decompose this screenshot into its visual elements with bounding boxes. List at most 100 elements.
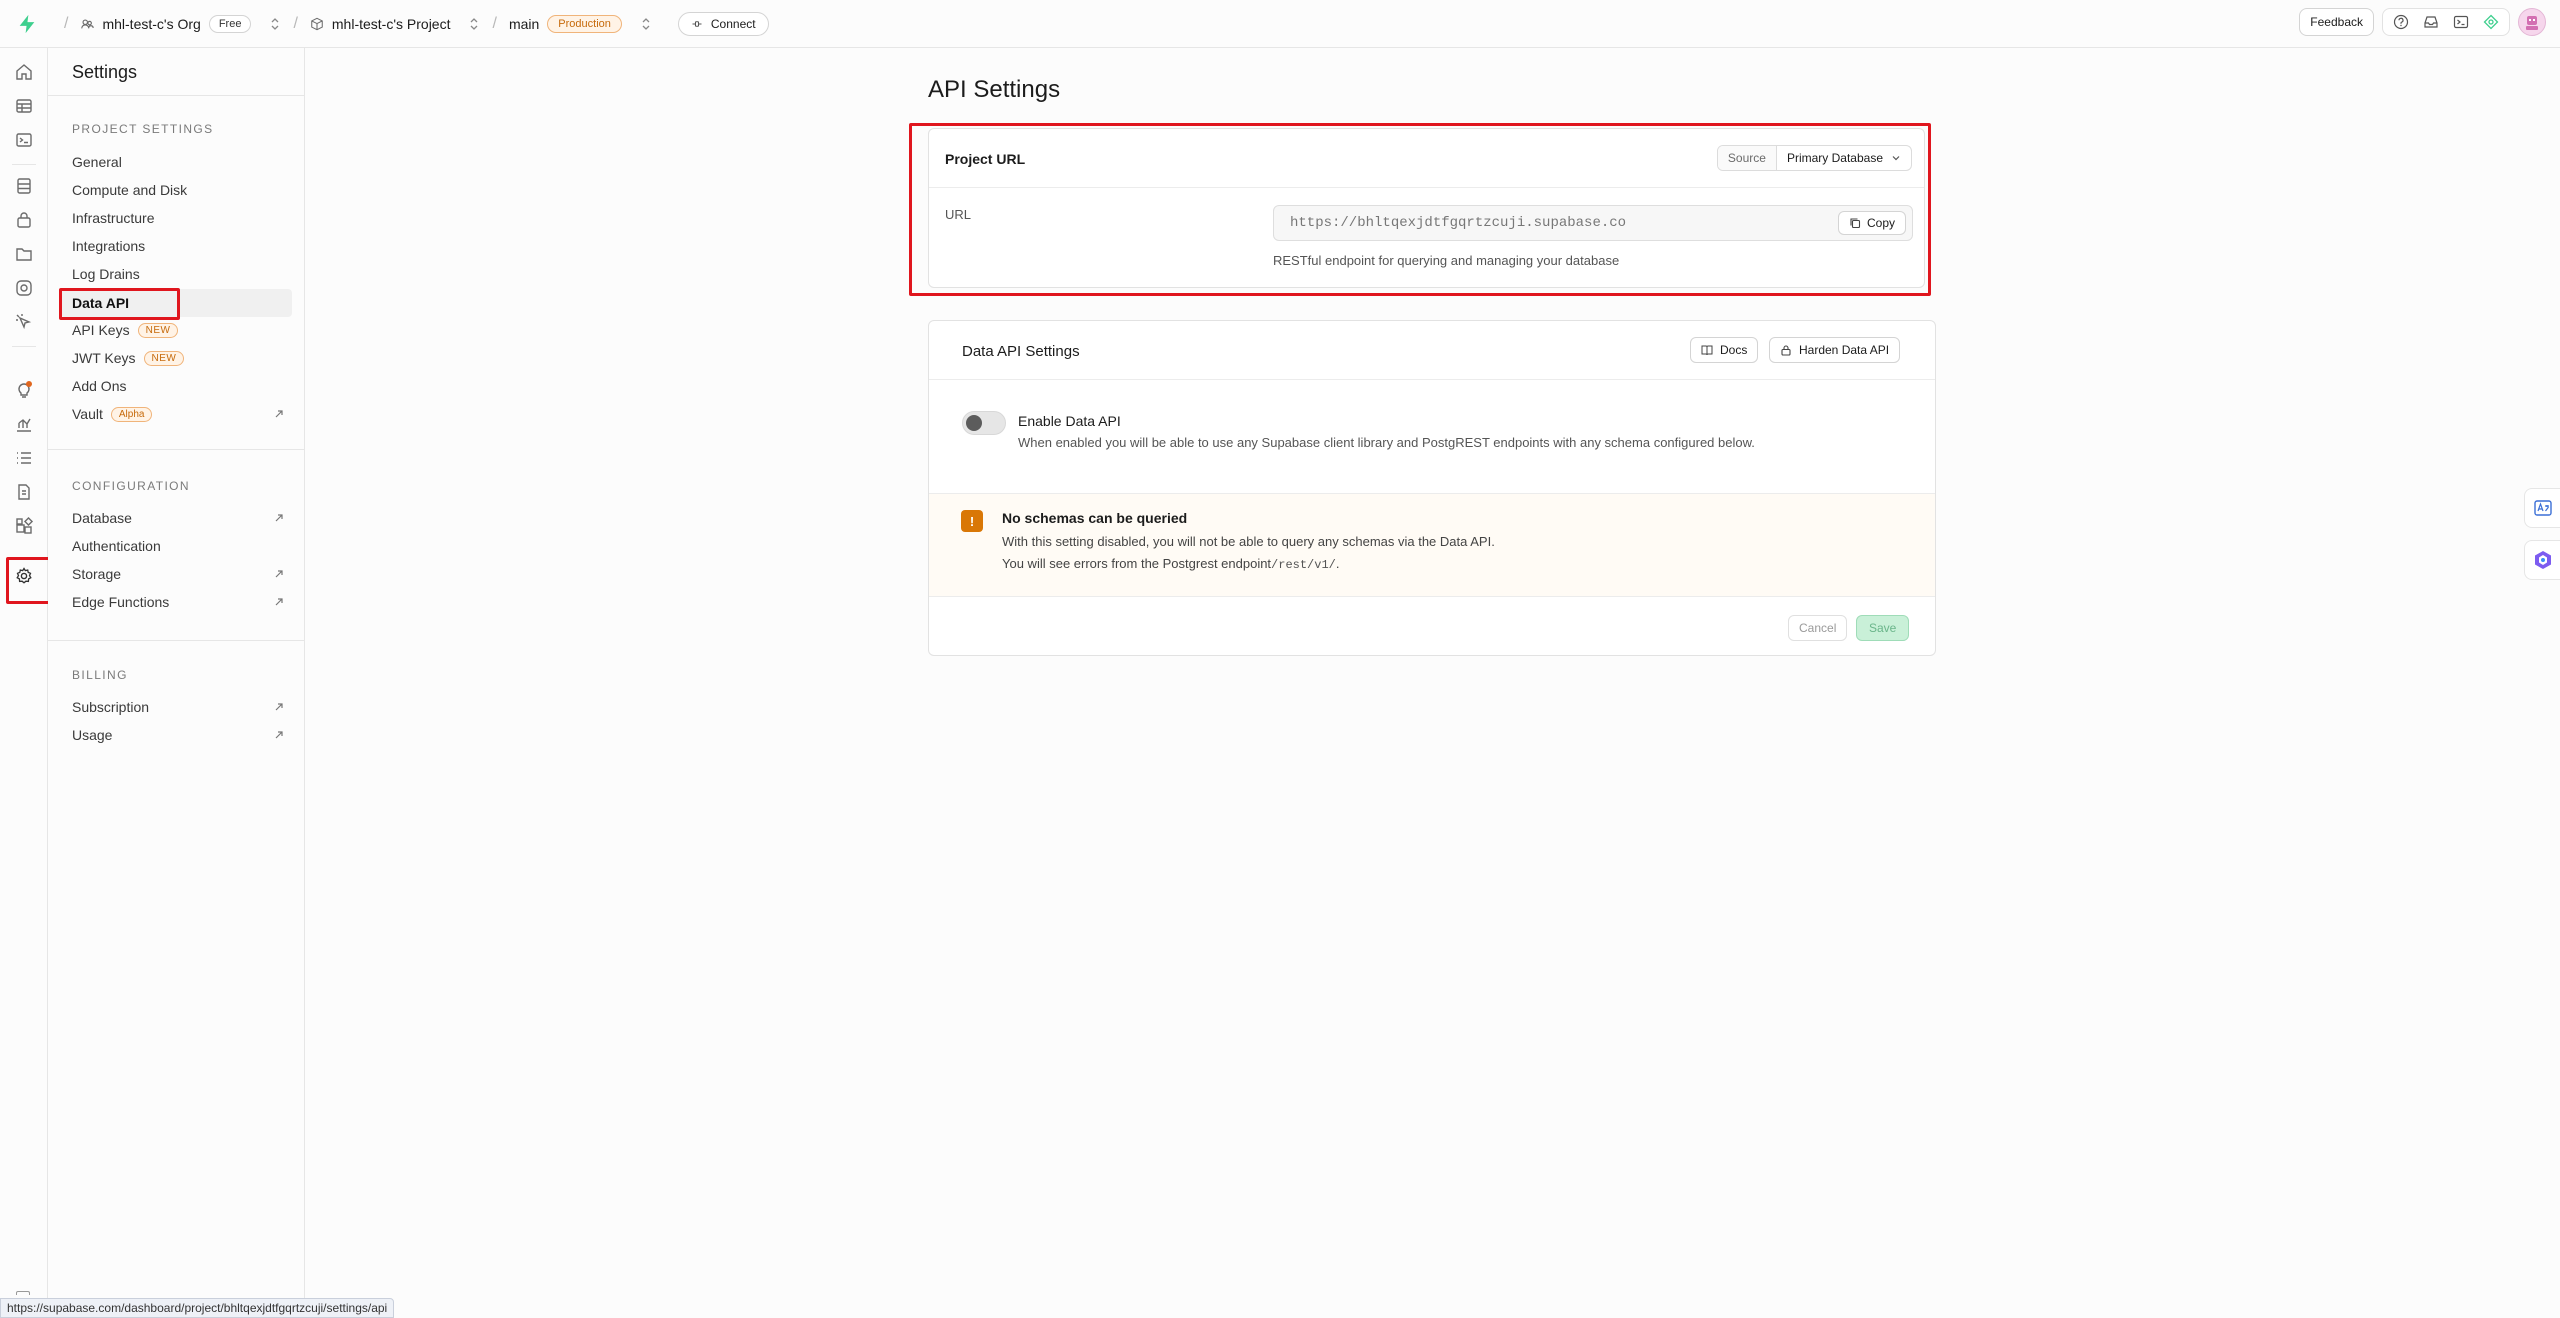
breadcrumb-separator: / [64,14,69,32]
nav-item-api-keys[interactable]: API Keys NEW [72,318,292,342]
nav-item-vault[interactable]: Vault Alpha [72,402,292,426]
cancel-button[interactable]: Cancel [1788,615,1848,641]
rail-divider [12,164,36,165]
org-selector[interactable]: mhl-test-c's Org Free [80,14,281,33]
top-bar: / mhl-test-c's Org Free / mhl-test-c's P… [0,0,2560,48]
nav-item-label: Vault [72,406,103,422]
copy-icon [1850,218,1861,229]
enable-data-api-description: When enabled you will be able to use any… [1018,435,1755,450]
nav-item-compute-and-disk[interactable]: Compute and Disk [72,178,292,202]
card-divider [929,187,1924,188]
url-help-text: RESTful endpoint for querying and managi… [1273,253,1620,268]
external-link-icon [275,598,283,606]
nav-item-data-api[interactable]: Data API [60,289,292,317]
integrations-icon[interactable] [14,516,34,536]
extension-float-button[interactable] [2524,540,2560,580]
translate-float-button[interactable] [2524,488,2560,528]
alpha-badge: Alpha [110,406,153,422]
logs-list-icon[interactable] [14,448,34,468]
external-link-icon [275,703,283,711]
nav-item-storage[interactable]: Storage [72,562,292,586]
edge-functions-icon[interactable] [14,278,34,298]
copy-url-button[interactable]: Copy [1837,211,1906,235]
left-rail [0,48,55,1318]
home-icon[interactable] [14,62,34,82]
billing-group-label: BILLING [72,668,128,682]
enable-data-api-toggle[interactable] [962,411,1006,435]
database-icon[interactable] [14,176,34,196]
chevron-up-down-icon[interactable] [640,17,652,31]
branch-selector[interactable]: main Production [509,14,652,33]
nav-item-authentication[interactable]: Authentication [72,534,292,558]
new-badge: NEW [137,322,179,338]
chevron-up-down-icon[interactable] [468,17,480,31]
project-url-card: Project URL Source Primary Database URL … [928,128,1925,288]
nav-item-label: Authentication [72,538,161,554]
sql-editor-icon[interactable] [14,130,34,150]
chevron-down-icon [1892,156,1900,161]
status-bar-url: https://supabase.com/dashboard/project/b… [0,1298,395,1318]
harden-data-api-button[interactable]: Harden Data API [1769,337,1901,363]
supabase-logo-icon[interactable] [16,13,38,35]
connect-button[interactable]: Connect [677,11,769,36]
page-title: API Settings [928,76,1061,103]
avatar-icon [2526,16,2538,30]
docs-button[interactable]: Docs [1690,337,1759,363]
plug-icon [692,20,702,27]
realtime-cursor-icon[interactable] [14,312,34,332]
auth-lock-icon[interactable] [14,210,34,230]
nav-item-label: Database [72,510,132,526]
assistant-icon[interactable] [2483,14,2499,30]
chevron-up-down-icon[interactable] [269,17,281,31]
url-label: URL [945,207,972,222]
nav-item-edge-functions[interactable]: Edge Functions [72,590,292,614]
nav-item-add-ons[interactable]: Add Ons [72,374,292,398]
project-url-value: https://bhltqexjdtfgqrtzcuji.supabase.co [1290,215,1627,231]
project-url-field[interactable]: https://bhltqexjdtfgqrtzcuji.supabase.co… [1273,205,1913,241]
lock-icon [1781,345,1791,356]
warning-line-2-text: You will see errors from the Postgrest e… [1002,556,1272,571]
enable-data-api-label: Enable Data API [1018,413,1121,429]
org-name: mhl-test-c's Org [102,15,201,32]
external-link-icon [275,410,283,418]
connect-label: Connect [710,16,756,31]
source-selector[interactable]: Source Primary Database [1716,145,1912,171]
breadcrumb-separator: / [293,14,298,32]
warning-icon: ! [961,510,983,532]
nav-item-infrastructure[interactable]: Infrastructure [72,206,292,230]
nav-item-database[interactable]: Database [72,506,292,530]
warning-line-1: With this setting disabled, you will not… [1002,534,1495,549]
nav-item-integrations[interactable]: Integrations [72,234,292,258]
help-icon[interactable] [2393,14,2409,30]
save-button[interactable]: Save [1856,615,1910,641]
extension-logo-icon [2534,551,2551,569]
nav-item-subscription[interactable]: Subscription [72,695,292,719]
nav-item-label: Data API [72,295,130,311]
nav-item-label: Add Ons [72,378,127,394]
nav-item-label: Integrations [72,238,146,254]
translate-icon [2533,500,2552,516]
settings-gear-icon[interactable] [14,566,34,586]
nav-item-log-drains[interactable]: Log Drains [72,262,292,286]
table-editor-icon[interactable] [14,96,34,116]
advisors-bulb-icon[interactable] [14,380,34,400]
inbox-icon[interactable] [2423,14,2439,30]
source-dropdown[interactable]: Primary Database [1777,146,1911,170]
top-right-actions: Feedback [2299,8,2546,36]
api-docs-icon[interactable] [14,482,34,502]
storage-folder-icon[interactable] [14,244,34,264]
harden-label: Harden Data API [1799,343,1890,357]
nav-item-jwt-keys[interactable]: JWT Keys NEW [72,346,292,370]
reports-chart-icon[interactable] [14,414,34,434]
warning-line-2: You will see errors from the Postgrest e… [1002,556,1339,572]
org-plan-badge: Free [208,14,252,33]
user-avatar[interactable] [2518,8,2546,36]
nav-item-general[interactable]: General [72,150,292,174]
feedback-button[interactable]: Feedback [2299,8,2374,36]
nav-item-label: Compute and Disk [72,182,188,198]
configuration-group-label: CONFIGURATION [72,479,190,493]
nav-item-usage[interactable]: Usage [72,723,292,747]
terminal-icon[interactable] [2453,14,2469,30]
project-selector[interactable]: mhl-test-c's Project [310,16,481,32]
panel-toggle-icon[interactable] [16,1291,30,1295]
